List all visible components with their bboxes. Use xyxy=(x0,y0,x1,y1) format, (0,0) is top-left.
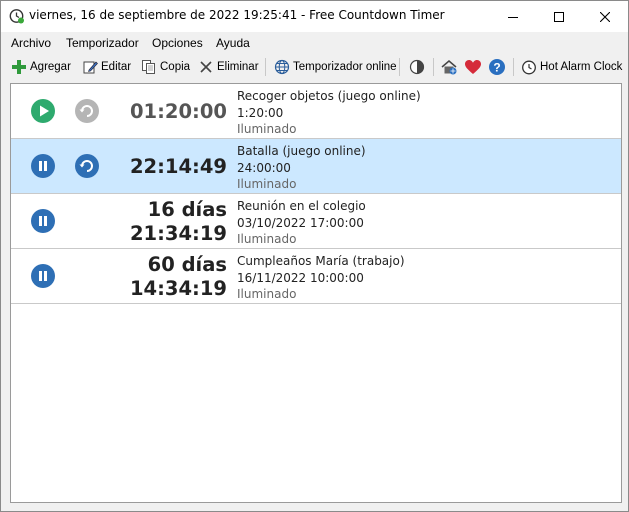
toolbar: Agregar Editar Copia Eliminar Temporizad… xyxy=(1,54,628,80)
theme-toggle-button[interactable] xyxy=(407,57,427,77)
online-timer-button[interactable]: Temporizador online xyxy=(274,57,397,77)
favorite-button[interactable] xyxy=(463,57,483,77)
globe-icon xyxy=(274,59,290,75)
help-button[interactable]: ? xyxy=(487,57,507,77)
timer-theme: Iluminado xyxy=(237,177,297,191)
hot-alarm-clock-button[interactable]: Hot Alarm Clock xyxy=(521,57,622,77)
timer-row[interactable]: 22:14:49 Batalla (juego online) 24:00:00… xyxy=(11,139,621,194)
menu-archivo[interactable]: Archivo xyxy=(11,36,51,50)
timer-remaining: 16 días 21:34:19 xyxy=(130,198,227,246)
timer-row[interactable]: 01:20:00 Recoger objetos (juego online) … xyxy=(11,84,621,139)
toolbar-separator xyxy=(399,58,400,76)
timer-name: Cumpleaños María (trabajo) xyxy=(237,254,405,268)
minimize-button[interactable] xyxy=(490,1,536,32)
online-timer-label: Temporizador online xyxy=(293,61,397,73)
timer-info: Batalla (juego online) 24:00:00 Iluminad… xyxy=(237,143,366,193)
contrast-icon xyxy=(409,59,425,75)
timer-target: 24:00:00 xyxy=(237,160,291,175)
delete-icon xyxy=(200,61,212,73)
menu-ayuda[interactable]: Ayuda xyxy=(216,36,250,50)
delete-button[interactable]: Eliminar xyxy=(198,57,259,77)
timer-name: Reunión en el colegio xyxy=(237,199,366,213)
reset-icon[interactable] xyxy=(75,154,99,178)
timer-remaining: 01:20:00 xyxy=(130,100,227,124)
add-button[interactable]: Agregar xyxy=(11,57,71,77)
timer-name: Batalla (juego online) xyxy=(237,144,366,158)
timer-name: Recoger objetos (juego online) xyxy=(237,89,421,103)
timer-info: Recoger objetos (juego online) 1:20:00 I… xyxy=(237,88,421,138)
menu-temporizador[interactable]: Temporizador xyxy=(66,36,139,50)
title-bar: viernes, 16 de septiembre de 2022 19:25:… xyxy=(1,1,628,32)
heart-icon xyxy=(465,60,481,74)
timer-target: 1:20:00 xyxy=(237,105,284,120)
maximize-icon xyxy=(554,11,564,22)
help-icon: ? xyxy=(489,59,505,75)
pause-icon[interactable] xyxy=(31,209,55,233)
home-icon xyxy=(441,60,457,75)
edit-icon xyxy=(83,61,98,74)
toolbar-separator xyxy=(265,58,266,76)
timer-row[interactable]: 60 días 14:34:19 Cumpleaños María (traba… xyxy=(11,249,621,304)
window-title: viernes, 16 de septiembre de 2022 19:25:… xyxy=(29,8,445,22)
timer-time-line1: 16 días xyxy=(147,198,227,221)
app-window: viernes, 16 de septiembre de 2022 19:25:… xyxy=(0,0,629,512)
app-clock-icon xyxy=(9,9,24,24)
svg-text:?: ? xyxy=(493,61,500,75)
clock-icon xyxy=(522,60,536,75)
edit-button-label: Editar xyxy=(101,61,132,73)
copy-button[interactable]: Copia xyxy=(141,57,190,77)
timer-info: Cumpleaños María (trabajo) 16/11/2022 10… xyxy=(237,253,405,303)
delete-button-label: Eliminar xyxy=(217,61,259,73)
copy-button-label: Copia xyxy=(160,61,191,73)
timer-target: 03/10/2022 17:00:00 xyxy=(237,215,364,230)
toolbar-separator xyxy=(513,58,514,76)
timer-time-line1: 01:20:00 xyxy=(129,100,227,123)
timer-theme: Iluminado xyxy=(237,232,297,246)
menu-bar: Archivo Temporizador Opciones Ayuda xyxy=(1,33,628,53)
minimize-icon xyxy=(508,16,518,18)
home-button[interactable] xyxy=(439,57,459,77)
toolbar-separator xyxy=(433,58,434,76)
timer-list[interactable]: 01:20:00 Recoger objetos (juego online) … xyxy=(10,83,622,503)
timer-theme: Iluminado xyxy=(237,287,297,301)
timer-remaining: 60 días 14:34:19 xyxy=(130,253,227,301)
timer-time-line2: 21:34:19 xyxy=(129,222,227,245)
timer-time-line2: 14:34:19 xyxy=(129,277,227,300)
close-icon xyxy=(600,11,610,22)
pause-icon[interactable] xyxy=(31,264,55,288)
timer-target: 16/11/2022 10:00:00 xyxy=(237,270,364,285)
copy-icon xyxy=(142,60,155,74)
close-button[interactable] xyxy=(582,1,628,32)
maximize-button[interactable] xyxy=(536,1,582,32)
timer-info: Reunión en el colegio 03/10/2022 17:00:0… xyxy=(237,198,366,248)
timer-theme: Iluminado xyxy=(237,122,297,136)
timer-remaining: 22:14:49 xyxy=(130,155,227,179)
plus-icon xyxy=(12,60,26,74)
menu-opciones[interactable]: Opciones xyxy=(152,36,203,50)
pause-icon[interactable] xyxy=(31,154,55,178)
timer-row[interactable]: 16 días 21:34:19 Reunión en el colegio 0… xyxy=(11,194,621,249)
play-icon[interactable] xyxy=(31,99,55,123)
reset-icon[interactable] xyxy=(75,99,99,123)
hot-alarm-clock-label: Hot Alarm Clock xyxy=(540,61,623,73)
timer-time-line1: 22:14:49 xyxy=(129,155,227,178)
edit-button[interactable]: Editar xyxy=(82,57,131,77)
add-button-label: Agregar xyxy=(30,61,71,73)
timer-time-line1: 60 días xyxy=(147,253,227,276)
